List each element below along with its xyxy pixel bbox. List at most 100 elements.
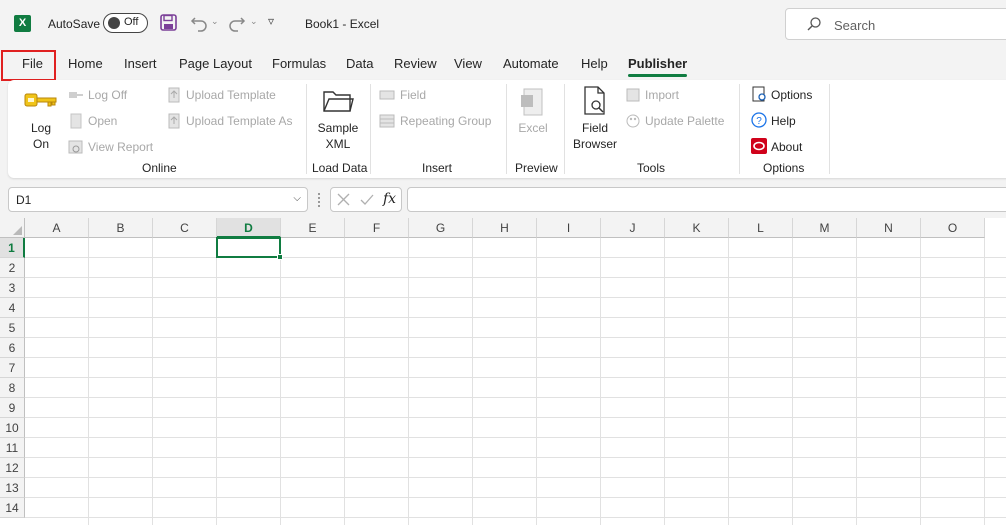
- gridline: [25, 357, 1006, 358]
- options-button[interactable]: Options: [771, 88, 812, 102]
- import-button[interactable]: Import: [645, 88, 679, 102]
- row-header[interactable]: 11: [0, 438, 25, 458]
- column-header[interactable]: G: [409, 218, 473, 238]
- insert-function-icon[interactable]: fx: [383, 191, 396, 207]
- open-button[interactable]: Open: [88, 114, 117, 128]
- row-header[interactable]: 8: [0, 378, 25, 398]
- column-header[interactable]: D: [217, 218, 281, 238]
- redo-dropdown-icon[interactable]: ⌄: [250, 16, 258, 27]
- column-header[interactable]: J: [601, 218, 665, 238]
- about-button[interactable]: About: [771, 140, 802, 154]
- tab-page-layout[interactable]: Page Layout: [179, 56, 252, 71]
- column-header[interactable]: K: [665, 218, 729, 238]
- preview-excel-label: Excel: [518, 121, 548, 135]
- gridline: [984, 238, 985, 525]
- autosave-toggle[interactable]: Off: [103, 13, 148, 33]
- view-report-button[interactable]: View Report: [88, 140, 153, 154]
- excel-logo-icon: X: [14, 15, 31, 32]
- upload-template-button[interactable]: Upload Template: [186, 88, 276, 102]
- tab-review[interactable]: Review: [394, 56, 437, 71]
- formula-input[interactable]: [407, 187, 1006, 212]
- gridline: [25, 517, 1006, 518]
- column-header[interactable]: C: [153, 218, 217, 238]
- field-button[interactable]: Field: [400, 88, 426, 102]
- upload-template-as-button[interactable]: Upload Template As: [186, 114, 293, 128]
- sample-xml-label: Sample XML: [311, 120, 365, 152]
- formula-bar-splitter[interactable]: [318, 193, 320, 207]
- tab-data[interactable]: Data: [346, 56, 373, 71]
- update-palette-button[interactable]: Update Palette: [645, 114, 724, 128]
- gridline: [25, 337, 1006, 338]
- chevron-down-icon[interactable]: ⌵: [293, 193, 301, 204]
- sample-xml-label-line2: XML: [325, 137, 351, 151]
- tab-automate[interactable]: Automate: [503, 56, 559, 71]
- field-browser-label-line1: Field: [581, 121, 608, 135]
- spreadsheet-grid[interactable]: A B C D E F G H I J K L M N O 1 2 3 4 5 6 7 8 9 10 11 12 13 14: [0, 218, 1006, 525]
- column-header[interactable]: L: [729, 218, 793, 238]
- select-all-corner[interactable]: [0, 218, 25, 238]
- save-icon[interactable]: [160, 14, 177, 31]
- tab-help[interactable]: Help: [581, 56, 608, 71]
- customize-qat-icon[interactable]: ▿: [268, 14, 274, 28]
- file-tab-highlight: [1, 50, 56, 81]
- gridline: [25, 457, 1006, 458]
- log-off-button[interactable]: Log Off: [88, 88, 127, 102]
- row-header[interactable]: 7: [0, 358, 25, 378]
- gridline: [88, 238, 89, 525]
- row-header[interactable]: 5: [0, 318, 25, 338]
- enter-icon[interactable]: [360, 193, 374, 206]
- column-header[interactable]: H: [473, 218, 537, 238]
- column-header[interactable]: A: [25, 218, 89, 238]
- row-header[interactable]: 4: [0, 298, 25, 318]
- repeating-group-button[interactable]: Repeating Group: [400, 114, 491, 128]
- gridline: [25, 257, 1006, 258]
- group-label-tools: Tools: [637, 161, 666, 175]
- document-title: Book1 - Excel: [305, 17, 380, 31]
- row-header[interactable]: 10: [0, 418, 25, 438]
- column-header[interactable]: O: [921, 218, 985, 238]
- row-header[interactable]: 12: [0, 458, 25, 478]
- tab-insert[interactable]: Insert: [124, 56, 157, 71]
- row-header[interactable]: 3: [0, 278, 25, 298]
- gridline: [216, 238, 217, 525]
- row-header[interactable]: 2: [0, 258, 25, 278]
- tab-formulas[interactable]: Formulas: [272, 56, 326, 71]
- tab-home[interactable]: Home: [68, 56, 103, 71]
- gridline: [25, 397, 1006, 398]
- help-button[interactable]: Help: [771, 114, 796, 128]
- name-box-value: D1: [16, 193, 32, 207]
- search-box[interactable]: Search: [785, 8, 1006, 40]
- row-header[interactable]: 1: [0, 238, 25, 258]
- gridline: [25, 277, 1006, 278]
- about-icon: [751, 138, 767, 154]
- row-header[interactable]: 13: [0, 478, 25, 498]
- column-header[interactable]: N: [857, 218, 921, 238]
- tab-view[interactable]: View: [454, 56, 482, 71]
- group-separator: [306, 84, 307, 174]
- gridline: [728, 238, 729, 525]
- undo-dropdown-icon[interactable]: ⌄: [211, 16, 219, 27]
- active-cell[interactable]: [216, 237, 281, 258]
- column-header[interactable]: E: [281, 218, 345, 238]
- search-icon: [807, 17, 821, 31]
- column-header[interactable]: B: [89, 218, 153, 238]
- tab-publisher[interactable]: Publisher: [628, 56, 688, 77]
- gridline: [25, 497, 1006, 498]
- gridline: [856, 238, 857, 525]
- search-placeholder: Search: [834, 18, 876, 33]
- column-header[interactable]: M: [793, 218, 857, 238]
- folder-icon: [323, 91, 354, 112]
- cancel-icon[interactable]: [337, 193, 350, 206]
- palette-icon: [626, 114, 640, 128]
- group-separator: [829, 84, 830, 174]
- gridline: [25, 297, 1006, 298]
- name-box[interactable]: D1 ⌵: [8, 187, 308, 212]
- undo-icon[interactable]: [190, 14, 208, 32]
- row-header[interactable]: 14: [0, 498, 25, 518]
- row-header[interactable]: 6: [0, 338, 25, 358]
- column-header[interactable]: I: [537, 218, 601, 238]
- row-header[interactable]: 9: [0, 398, 25, 418]
- column-header[interactable]: F: [345, 218, 409, 238]
- redo-icon[interactable]: [228, 14, 246, 32]
- fill-handle[interactable]: [277, 254, 283, 260]
